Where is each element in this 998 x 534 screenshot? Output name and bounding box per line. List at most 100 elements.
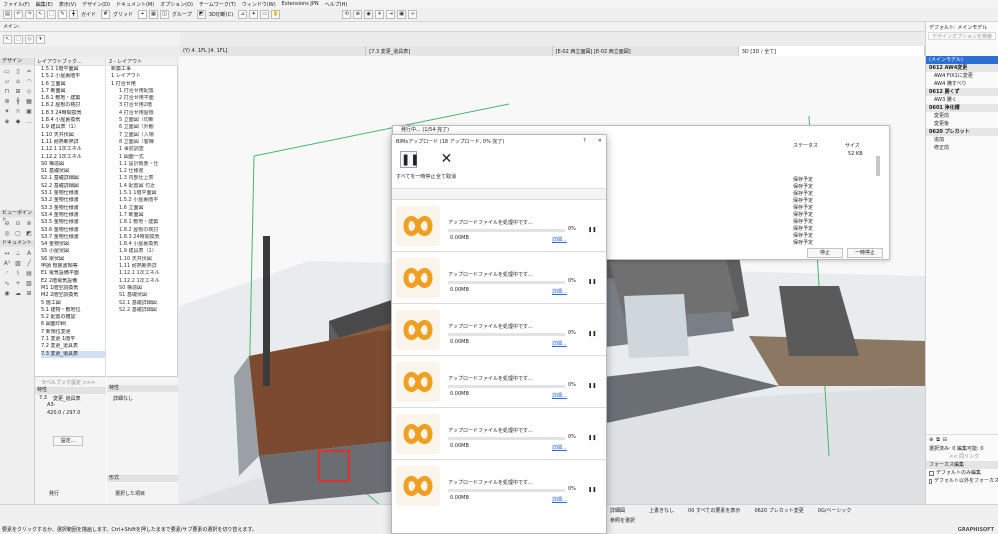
shell-tool-icon[interactable]: ◠ <box>24 77 34 86</box>
upload-pause-icon[interactable]: ❚❚ <box>588 435 596 441</box>
layout-item[interactable]: 1 事前調査 <box>111 146 178 153</box>
text-tool-icon[interactable]: A <box>24 249 34 258</box>
layout-book-search[interactable]: レイアウトブック... <box>35 58 105 66</box>
navigator-item[interactable]: S3.2 金物仕様書 <box>41 197 105 204</box>
design-option-item[interactable]: AW3 勝く <box>926 96 998 104</box>
format-header[interactable]: 形式 <box>107 475 178 482</box>
marquee-icon[interactable]: ⬚ <box>47 10 56 19</box>
menu-view[interactable]: 表示(V) <box>59 1 76 8</box>
window-tool-icon[interactable]: ⊞ <box>13 87 23 96</box>
layout-item[interactable]: 1.10 天井伏図 <box>111 256 178 263</box>
navigator-item[interactable]: 1.12.2 1次エネル <box>41 154 105 161</box>
zoom-icon[interactable]: ⊕ <box>353 10 363 19</box>
redo-icon[interactable]: ↷ <box>25 10 34 19</box>
design-option-item[interactable]: 0601 浄化槽 <box>926 104 998 112</box>
design-option-item[interactable]: 追加 <box>926 136 998 144</box>
layout-item[interactable]: 1.8.1 敷地・建築 <box>111 219 178 226</box>
layout-item[interactable]: 1.4 配置図 付近 <box>111 183 178 190</box>
stop-button[interactable]: 停止 <box>807 248 843 258</box>
layout-item[interactable]: 1.11 耐熱断熱詳 <box>111 263 178 270</box>
layout-item[interactable]: 1.8.2 屋根の検討 <box>111 227 178 234</box>
layout-item[interactable]: 3 打合せ用2階 <box>111 102 178 109</box>
navigator-item[interactable]: 1.5.1 1階平面図 <box>41 66 105 73</box>
3d-doc-tool-icon[interactable]: ◩ <box>24 229 34 238</box>
figure-tool-icon[interactable]: ▧ <box>24 279 34 288</box>
layout-item[interactable]: 8 立面図（客棟 <box>111 139 178 146</box>
navigator-item[interactable]: S2.1 基礎詳細図 <box>41 175 105 182</box>
navigator-item[interactable]: S0 構造図 <box>41 161 105 168</box>
worksheet-tool-icon[interactable]: ▢ <box>13 229 23 238</box>
cancel-all-icon[interactable]: ✕ <box>438 151 455 168</box>
upload-pause-icon[interactable]: ❚❚ <box>588 331 596 337</box>
layout-item[interactable]: 1.2 仕様書 <box>111 168 178 175</box>
slab-tool-icon[interactable]: ▱ <box>2 77 12 86</box>
layout-item[interactable]: 1 図面一式 <box>111 154 178 161</box>
layout-item[interactable]: 1.8.3 24時間換気 <box>111 234 178 241</box>
navigator-item[interactable]: S1 基礎伏図 <box>41 168 105 175</box>
menu-document[interactable]: ドキュメント(M) <box>116 1 154 8</box>
tab-layout[interactable]: [7.3 変更_道具表] <box>366 46 553 56</box>
navigator-item[interactable]: S3.5 金物仕様書 <box>41 219 105 226</box>
layout-item[interactable]: 4 打合せ用屋根 <box>111 110 178 117</box>
column-tool-icon[interactable]: ▯ <box>13 67 23 76</box>
layout-item[interactable]: S2.1 基礎詳細図 <box>111 300 178 307</box>
layout-item[interactable]: 7 立面図（入場 <box>111 132 178 139</box>
upload-pause-icon[interactable]: ❚❚ <box>588 383 596 389</box>
navigator-item[interactable]: S3.4 金物仕様書 <box>41 212 105 219</box>
wall-icon[interactable]: ▭ <box>260 10 270 19</box>
layout-item[interactable]: 新築工事 <box>111 66 178 73</box>
navigator-item[interactable]: S2.2 基礎詳細図 <box>41 183 105 190</box>
delete-icon[interactable]: ⊟ <box>943 437 947 443</box>
navigator-item[interactable]: 1.11 耐熱断熱詳 <box>41 139 105 146</box>
hotspot-tool-icon[interactable]: + <box>13 279 23 288</box>
publish-scrollbar[interactable] <box>876 156 880 176</box>
group-label[interactable]: グループ <box>172 11 192 18</box>
layout-item[interactable]: 1.7 断面図 <box>111 212 178 219</box>
camera-tool-icon[interactable]: ◉ <box>2 289 12 298</box>
settings-button[interactable]: 設定... <box>53 436 83 446</box>
design-option-item[interactable]: 変更後 <box>926 120 998 128</box>
upload-pause-icon[interactable]: ❚❚ <box>588 279 596 285</box>
snap-icon[interactable]: ⌖ <box>138 10 148 19</box>
upload-details-link[interactable]: 詳細... <box>552 288 567 295</box>
camera-icon[interactable]: ◉ <box>364 10 374 19</box>
navigator-item[interactable]: 1.6 立面図 <box>41 81 105 88</box>
focus-others-checkbox[interactable]: デフォルト以外をフォーカス <box>926 477 998 485</box>
close-icon[interactable]: ✕ <box>598 138 602 144</box>
section-3d-icon[interactable]: ◩ <box>196 10 206 19</box>
grid-label[interactable]: グリッド <box>113 11 133 18</box>
navigator-item[interactable]: 5.2 配置の確認 <box>41 314 105 321</box>
label-tool-icon[interactable]: A¹ <box>2 259 12 268</box>
layout-item[interactable]: 6 立面図（外観 <box>111 124 178 131</box>
renovation-combo[interactable]: 0G/ベーシック <box>818 507 852 514</box>
layout-item[interactable]: 1.12.1 1次エネル <box>111 270 178 277</box>
menu-design[interactable]: デザイン(D) <box>82 1 110 8</box>
beam-tool-icon[interactable]: ═ <box>24 67 34 76</box>
walk-icon[interactable]: ⇥ <box>386 10 396 19</box>
navigator-item[interactable]: 6 図面印刷 <box>41 321 105 328</box>
group-icon[interactable]: ◫ <box>160 10 170 19</box>
open-icon[interactable]: ▤ <box>3 10 12 19</box>
navigator-item[interactable]: S3.3 金物仕様書 <box>41 205 105 212</box>
pause-all-label[interactable]: すべてを一時停止 <box>396 173 435 180</box>
upload-details-link[interactable]: 詳細... <box>552 340 567 347</box>
navigator-item[interactable]: 1.8.2 屋根の検討 <box>41 102 105 109</box>
guide-icon[interactable]: ╋ <box>69 10 78 19</box>
interior-elev-tool-icon[interactable]: ⊚ <box>24 219 34 228</box>
design-option-item[interactable]: 0612 AW4変更 <box>926 64 998 72</box>
orbit-icon[interactable]: ⟲ <box>342 10 352 19</box>
upload-pause-icon[interactable]: ❚❚ <box>588 227 596 233</box>
fill-tool-icon[interactable]: ▨ <box>13 259 23 268</box>
navigator-item[interactable]: E2 2階電気設備 <box>41 278 105 285</box>
undo-icon[interactable]: ↶ <box>14 10 23 19</box>
sun-icon[interactable]: ☀ <box>375 10 385 19</box>
roof-tool-icon[interactable]: ⌂ <box>13 77 23 86</box>
grid-icon[interactable]: # <box>101 10 111 19</box>
navigator-item[interactable]: S5 小屋伏図 <box>41 248 105 255</box>
design-option-item[interactable]: (メインモデル) <box>926 56 998 64</box>
tool-section-document[interactable]: ドキュメント <box>0 240 34 247</box>
ref-select[interactable]: 参照を選択 <box>610 517 635 524</box>
navigator-item[interactable]: 1.7 断面図 <box>41 88 105 95</box>
tab-3d[interactable]: 3D [3D / 全て] <box>738 46 925 56</box>
arc-tool-icon[interactable]: ◜ <box>2 269 12 278</box>
